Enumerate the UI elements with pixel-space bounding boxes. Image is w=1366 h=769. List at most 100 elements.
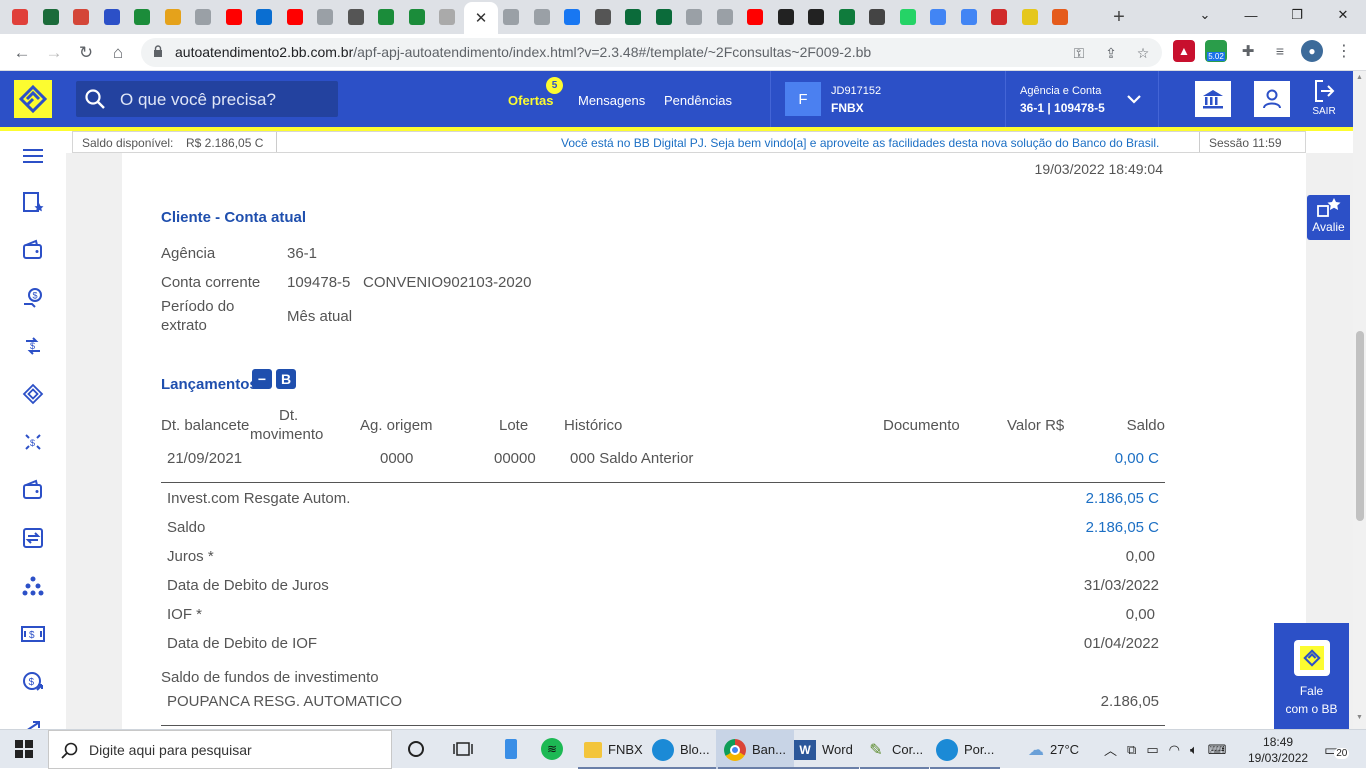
bookmark-star-icon[interactable]: ☆ xyxy=(1133,43,1153,63)
wallet-icon[interactable] xyxy=(18,235,48,265)
active-tab[interactable]: ✕ xyxy=(464,2,498,34)
search-box[interactable]: O que você precisa? xyxy=(76,81,338,117)
cash-icon[interactable]: $ xyxy=(18,619,48,649)
taskbar-app-por[interactable]: Por... xyxy=(928,730,1002,769)
avalie-button[interactable]: Avalie xyxy=(1307,195,1350,240)
close-tab-icon[interactable]: ✕ xyxy=(475,9,488,27)
reading-list-icon[interactable]: ≡ xyxy=(1269,40,1291,62)
b-format-button[interactable]: B xyxy=(276,369,296,389)
favorites-icon[interactable] xyxy=(18,187,48,217)
browser-tab[interactable] xyxy=(802,5,830,29)
browser-tab[interactable] xyxy=(250,5,278,29)
browser-tab[interactable] xyxy=(711,5,739,29)
browser-tab[interactable] xyxy=(558,5,586,29)
tab-search-icon[interactable]: ⌄ xyxy=(1182,0,1228,30)
browser-tab[interactable] xyxy=(924,5,952,29)
wifi-icon[interactable]: ◠ xyxy=(1169,742,1180,758)
browser-tab[interactable] xyxy=(833,5,861,29)
browser-tab[interactable] xyxy=(189,5,217,29)
task-view-icon[interactable] xyxy=(451,737,475,761)
browser-tab[interactable] xyxy=(528,5,556,29)
language-icon[interactable]: ⌨ xyxy=(1208,742,1227,758)
user-icon[interactable] xyxy=(1254,81,1290,117)
maximize-icon[interactable]: ❐ xyxy=(1274,0,1320,30)
phone-app-icon[interactable] xyxy=(499,737,523,761)
browser-tab[interactable] xyxy=(67,5,95,29)
investment-icon[interactable]: $ xyxy=(18,667,48,697)
chevron-down-icon[interactable] xyxy=(1126,93,1142,105)
chrome-menu-icon[interactable]: ⋮ xyxy=(1333,40,1355,62)
extension-badge-icon[interactable]: 5.02 xyxy=(1205,40,1227,62)
browser-tab[interactable] xyxy=(650,5,678,29)
tray-app-icon[interactable]: ⧉ xyxy=(1127,742,1136,758)
taskbar-app-word[interactable]: W Word xyxy=(786,730,861,769)
browser-tab[interactable] xyxy=(128,5,156,29)
browser-tab[interactable] xyxy=(311,5,339,29)
scroll-down-icon[interactable]: ▼ xyxy=(1356,714,1363,721)
windows-start-icon[interactable] xyxy=(12,737,36,761)
address-bar[interactable]: autoatendimento2.bb.com.br/apf-apj-autoa… xyxy=(141,38,1162,67)
browser-tab[interactable] xyxy=(741,5,769,29)
home-icon[interactable]: ⌂ xyxy=(106,41,130,65)
browser-tab[interactable] xyxy=(433,5,461,29)
key-icon[interactable]: ⚿ xyxy=(1069,43,1089,63)
fale-com-bb-button[interactable]: Fale com o BB xyxy=(1274,623,1349,729)
browser-tab[interactable] xyxy=(863,5,891,29)
clock[interactable]: 18:49 19/03/2022 xyxy=(1248,730,1308,769)
account-avatar[interactable]: F xyxy=(785,82,821,116)
browser-tab[interactable] xyxy=(619,5,647,29)
notification-center[interactable]: ▭ 20 xyxy=(1324,730,1350,769)
menu-hamburger-icon[interactable] xyxy=(18,141,48,171)
collapse-button[interactable]: − xyxy=(252,369,272,389)
tray-chevron-up-icon[interactable]: ︿ xyxy=(1104,740,1117,759)
back-icon[interactable]: ← xyxy=(10,41,34,65)
browser-tab[interactable] xyxy=(98,5,126,29)
battery-icon[interactable]: ▭ xyxy=(1146,742,1158,758)
bank-icon[interactable] xyxy=(1195,81,1231,117)
scroll-thumb[interactable] xyxy=(1356,331,1364,521)
boleto-transfer-icon[interactable]: $ xyxy=(18,427,48,457)
page-scrollbar[interactable]: ▲ ▼ xyxy=(1353,71,1366,729)
bb-logo[interactable] xyxy=(14,80,52,118)
nav-pendencias[interactable]: Pendências xyxy=(664,93,732,108)
browser-tab[interactable] xyxy=(955,5,983,29)
window-close-icon[interactable]: ✕ xyxy=(1320,0,1366,30)
browser-tab[interactable] xyxy=(589,5,617,29)
browser-tab[interactable] xyxy=(772,5,800,29)
cortana-icon[interactable] xyxy=(404,737,428,761)
browser-tab[interactable] xyxy=(1046,5,1074,29)
browser-tab[interactable] xyxy=(6,5,34,29)
browser-tab[interactable] xyxy=(37,5,65,29)
browser-tab[interactable] xyxy=(894,5,922,29)
browser-tab[interactable] xyxy=(1016,5,1044,29)
browser-tab[interactable] xyxy=(281,5,309,29)
reload-icon[interactable]: ↻ xyxy=(74,41,98,65)
browser-tab[interactable] xyxy=(159,5,187,29)
profile-avatar[interactable]: ● xyxy=(1301,40,1323,62)
org-chart-icon[interactable] xyxy=(18,571,48,601)
pix-icon[interactable] xyxy=(18,379,48,409)
extensions-puzzle-icon[interactable]: ✚ xyxy=(1237,40,1259,62)
browser-tab[interactable] xyxy=(403,5,431,29)
browser-tab[interactable] xyxy=(680,5,708,29)
share-icon[interactable]: ⇪ xyxy=(1101,43,1121,63)
nav-ofertas[interactable]: Ofertas xyxy=(508,93,554,108)
pdf-extension-icon[interactable]: ▲ xyxy=(1173,40,1195,62)
taskbar-app-cor[interactable]: ✎ Cor... xyxy=(858,730,931,769)
spotify-icon[interactable]: ≋ xyxy=(540,737,564,761)
minimize-icon[interactable]: — xyxy=(1228,0,1274,30)
taskbar-app-blo[interactable]: Blo... xyxy=(644,730,718,769)
wallet-card-icon[interactable] xyxy=(18,475,48,505)
weather-widget[interactable]: ☁ 27°C xyxy=(1028,730,1079,769)
browser-tab[interactable] xyxy=(985,5,1013,29)
taskbar-app-ban[interactable]: Ban... xyxy=(716,730,794,769)
browser-tab[interactable] xyxy=(342,5,370,29)
dollar-exchange-icon[interactable]: $ xyxy=(18,331,48,361)
browser-tab[interactable] xyxy=(220,5,248,29)
new-tab-button[interactable]: + xyxy=(1106,5,1132,29)
scroll-up-icon[interactable]: ▲ xyxy=(1356,74,1363,81)
taskbar-app-fnbx[interactable]: FNBX xyxy=(576,730,651,769)
money-transfer-icon[interactable]: $ xyxy=(18,283,48,313)
taskbar-search[interactable]: Digite aqui para pesquisar xyxy=(48,730,392,769)
browser-tab[interactable] xyxy=(372,5,400,29)
